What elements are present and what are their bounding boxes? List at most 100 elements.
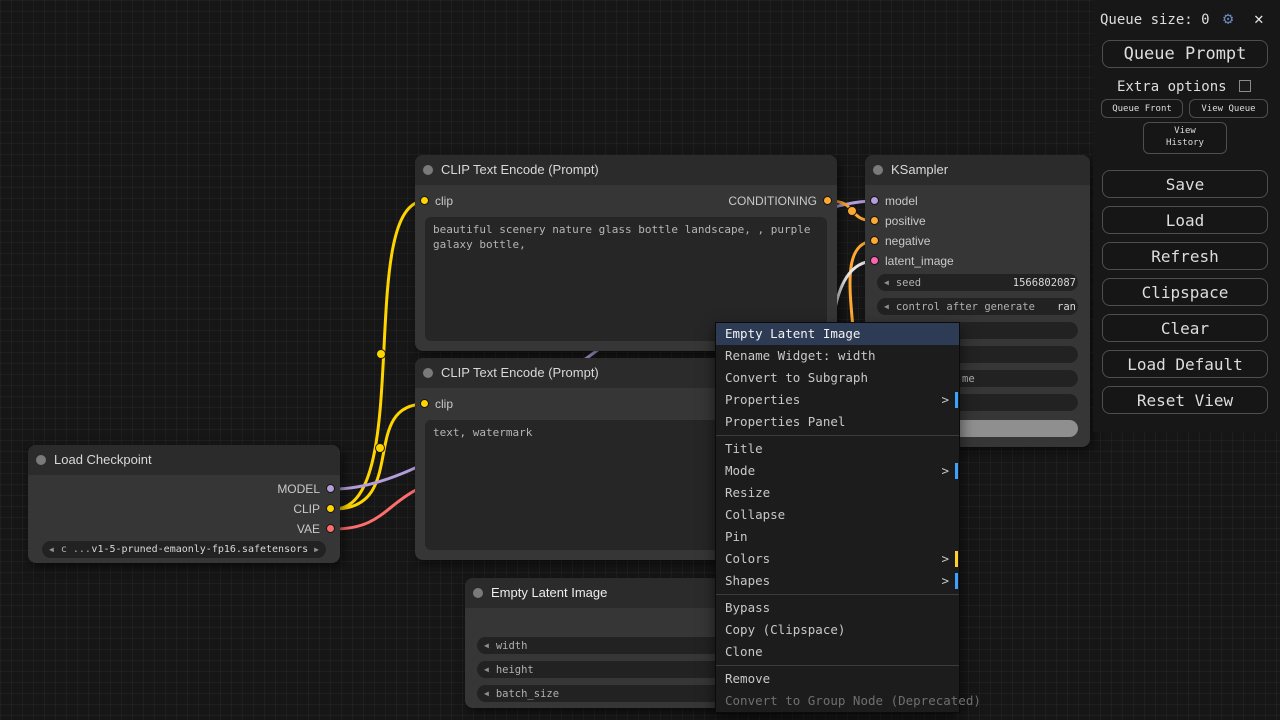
widget-name-fragment: me bbox=[962, 373, 975, 385]
menu-item-title[interactable]: Title bbox=[716, 438, 959, 460]
queue-front-button[interactable]: Queue Front bbox=[1101, 99, 1183, 118]
clipspace-button[interactable]: Clipspace bbox=[1102, 278, 1268, 306]
menu-item-properties-panel[interactable]: Properties Panel bbox=[716, 411, 959, 433]
output-slot-model[interactable]: MODEL bbox=[28, 480, 340, 498]
menu-item-mode[interactable]: Mode > bbox=[716, 460, 959, 482]
seed-widget[interactable]: ◀ seed 1566802087 bbox=[877, 274, 1078, 291]
node-title: CLIP Text Encode (Prompt) bbox=[441, 155, 599, 185]
output-slot-clip[interactable]: CLIP bbox=[28, 500, 340, 518]
conditioning-slot-dot[interactable] bbox=[870, 236, 879, 245]
node-title: CLIP Text Encode (Prompt) bbox=[441, 358, 599, 388]
reset-view-button[interactable]: Reset View bbox=[1102, 386, 1268, 414]
queue-size-label: Queue size: 0 bbox=[1100, 12, 1210, 28]
widget-name: seed bbox=[896, 277, 921, 289]
menu-item-properties[interactable]: Properties > bbox=[716, 389, 959, 411]
input-slot-positive[interactable]: positive bbox=[865, 212, 1090, 230]
view-queue-button[interactable]: View Queue bbox=[1189, 99, 1268, 118]
widget-name: control after generate bbox=[896, 301, 1035, 313]
menu-item-rename-widget[interactable]: Rename Widget: width bbox=[716, 345, 959, 367]
output-slot-vae[interactable]: VAE bbox=[28, 520, 340, 538]
submenu-arrow-icon: > bbox=[941, 460, 949, 482]
collapse-dot-icon[interactable] bbox=[873, 165, 883, 175]
widget-right-arrow-icon[interactable]: ▶ bbox=[314, 545, 319, 554]
edge-marker bbox=[955, 573, 958, 589]
close-icon[interactable]: ✕ bbox=[1254, 9, 1264, 28]
menu-item-clone[interactable]: Clone bbox=[716, 641, 959, 663]
slot-label: latent_image bbox=[885, 252, 954, 270]
latent-slot-dot[interactable] bbox=[870, 256, 879, 265]
node-title-bar[interactable]: KSampler bbox=[865, 155, 1090, 185]
menu-item-colors[interactable]: Colors > bbox=[716, 548, 959, 570]
conditioning-slot-dot[interactable] bbox=[870, 216, 879, 225]
node-title-bar[interactable]: Load Checkpoint bbox=[28, 445, 340, 475]
refresh-button[interactable]: Refresh bbox=[1102, 242, 1268, 270]
menu-item-copy-clipspace[interactable]: Copy (Clipspace) bbox=[716, 619, 959, 641]
widget-left-arrow-icon[interactable]: ◀ bbox=[884, 302, 889, 311]
input-slot-negative[interactable]: negative bbox=[865, 232, 1090, 250]
conditioning-slot-dot[interactable] bbox=[823, 196, 832, 205]
comfy-menu-panel: Queue size: 0 ⚙ ✕ Queue Prompt Extra opt… bbox=[1093, 0, 1280, 432]
menu-item-label: Mode bbox=[725, 463, 755, 478]
input-slot-model[interactable]: model bbox=[865, 192, 1090, 210]
widget-value: 1566802087 bbox=[1013, 277, 1076, 289]
menu-separator bbox=[716, 594, 959, 595]
vae-slot-dot[interactable] bbox=[326, 524, 335, 533]
view-history-button[interactable]: View History bbox=[1143, 122, 1227, 154]
widget-left-arrow-icon[interactable]: ◀ bbox=[484, 665, 489, 674]
node-load-checkpoint[interactable]: Load Checkpoint MODEL CLIP VAE ◀ c ... v… bbox=[28, 445, 340, 563]
submenu-arrow-icon: > bbox=[941, 570, 949, 592]
settings-gear-icon[interactable]: ⚙ bbox=[1223, 9, 1233, 29]
menu-item-label: Shapes bbox=[725, 573, 770, 588]
menu-item-collapse[interactable]: Collapse bbox=[716, 504, 959, 526]
node-context-menu: Empty Latent Image Rename Widget: width … bbox=[715, 322, 960, 713]
node-title: Load Checkpoint bbox=[54, 445, 152, 475]
node-title: KSampler bbox=[891, 155, 948, 185]
menu-item-convert-to-subgraph[interactable]: Convert to Subgraph bbox=[716, 367, 959, 389]
output-slot-conditioning[interactable]: CONDITIONING bbox=[415, 192, 837, 210]
widget-left-arrow-icon[interactable]: ◀ bbox=[484, 641, 489, 650]
widget-left-arrow-icon[interactable]: ◀ bbox=[484, 689, 489, 698]
model-slot-dot[interactable] bbox=[870, 196, 879, 205]
input-slot-latent-image[interactable]: latent_image bbox=[865, 252, 1090, 270]
slot-label: CONDITIONING bbox=[728, 192, 817, 210]
widget-left-arrow-icon[interactable]: ◀ bbox=[49, 545, 54, 554]
menu-separator bbox=[716, 665, 959, 666]
slot-label: VAE bbox=[297, 520, 320, 538]
clip-slot-dot[interactable] bbox=[326, 504, 335, 513]
ckpt-name-widget[interactable]: ◀ c ... v1-5-pruned-emaonly-fp16.safeten… bbox=[42, 541, 326, 558]
edge-marker bbox=[955, 463, 958, 479]
widget-name: c ... bbox=[61, 544, 91, 555]
context-menu-title: Empty Latent Image bbox=[716, 323, 959, 345]
widget-left-arrow-icon[interactable]: ◀ bbox=[884, 278, 889, 287]
menu-item-bypass[interactable]: Bypass bbox=[716, 597, 959, 619]
slot-label: negative bbox=[885, 232, 930, 250]
model-slot-dot[interactable] bbox=[326, 484, 335, 493]
menu-item-pin[interactable]: Pin bbox=[716, 526, 959, 548]
widget-name: height bbox=[496, 664, 534, 676]
menu-item-shapes[interactable]: Shapes > bbox=[716, 570, 959, 592]
submenu-arrow-icon: > bbox=[941, 389, 949, 411]
collapse-dot-icon[interactable] bbox=[423, 165, 433, 175]
node-title: Empty Latent Image bbox=[491, 578, 607, 608]
node-title-bar[interactable]: CLIP Text Encode (Prompt) bbox=[415, 155, 837, 185]
collapse-dot-icon[interactable] bbox=[473, 588, 483, 598]
slot-label: MODEL bbox=[277, 480, 320, 498]
queue-prompt-button[interactable]: Queue Prompt bbox=[1102, 40, 1268, 68]
collapse-dot-icon[interactable] bbox=[423, 368, 433, 378]
edge-marker bbox=[955, 551, 958, 567]
widget-value: v1-5-pruned-emaonly-fp16.safetensors bbox=[91, 544, 308, 555]
extra-options-label: Extra options bbox=[1117, 79, 1227, 95]
load-button[interactable]: Load bbox=[1102, 206, 1268, 234]
slot-label: model bbox=[885, 192, 918, 210]
menu-item-remove[interactable]: Remove bbox=[716, 668, 959, 690]
slot-label: positive bbox=[885, 212, 926, 230]
menu-item-resize[interactable]: Resize bbox=[716, 482, 959, 504]
load-default-button[interactable]: Load Default bbox=[1102, 350, 1268, 378]
menu-item-convert-to-group-node: Convert to Group Node (Deprecated) bbox=[716, 690, 959, 712]
clear-button[interactable]: Clear bbox=[1102, 314, 1268, 342]
control-after-generate-widget[interactable]: ◀ control after generate ran bbox=[877, 298, 1078, 315]
menu-item-label: Properties bbox=[725, 392, 800, 407]
collapse-dot-icon[interactable] bbox=[36, 455, 46, 465]
save-button[interactable]: Save bbox=[1102, 170, 1268, 198]
extra-options-checkbox[interactable] bbox=[1239, 80, 1251, 92]
